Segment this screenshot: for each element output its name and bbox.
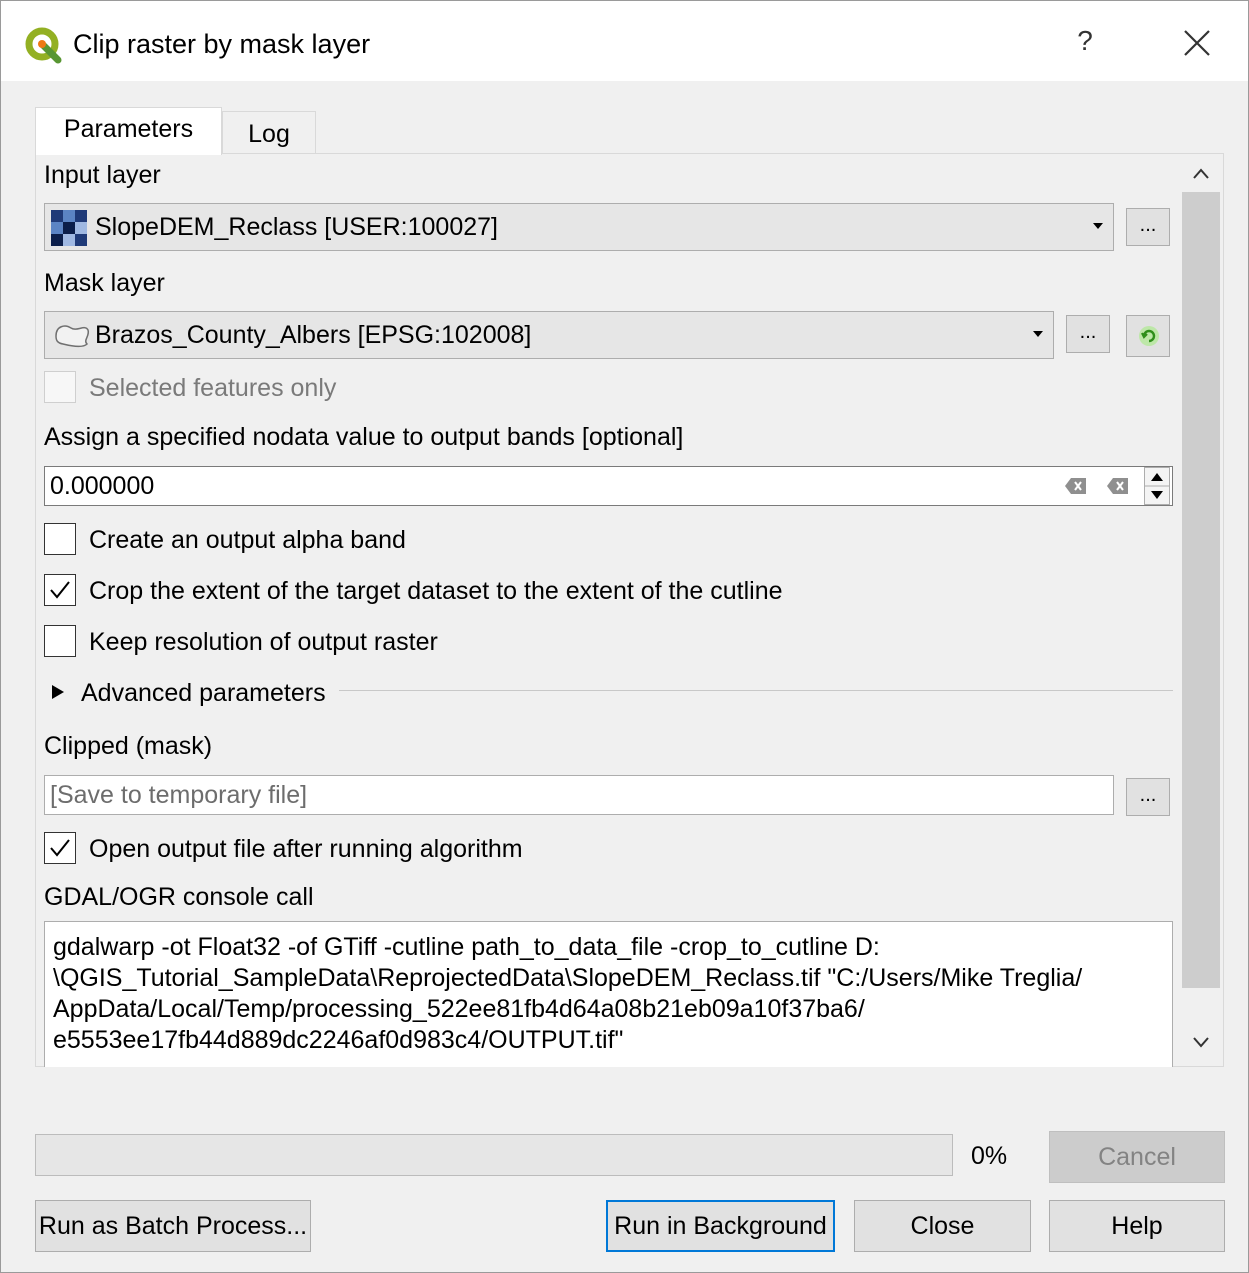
- tab-log[interactable]: Log: [222, 111, 316, 155]
- run-as-batch-button[interactable]: Run as Batch Process...: [35, 1200, 311, 1252]
- scrollbar-thumb[interactable]: [1182, 192, 1220, 988]
- progress-bar: [35, 1134, 953, 1176]
- console-call-label: GDAL/OGR console call: [44, 883, 314, 911]
- alpha-band-label: Create an output alpha band: [89, 526, 406, 554]
- qgis-logo-icon: [25, 27, 62, 64]
- polygon-layer-icon: [55, 325, 90, 348]
- spin-arrows-icon[interactable]: [1144, 467, 1170, 505]
- chevron-down-icon: [1033, 331, 1043, 337]
- dialog-window: Clip raster by mask layer ? Parameters L…: [0, 0, 1249, 1273]
- open-output-checkbox[interactable]: [44, 832, 76, 864]
- tab-parameters[interactable]: Parameters: [35, 107, 222, 155]
- parameters-scrollbar[interactable]: [1181, 156, 1221, 1064]
- close-icon[interactable]: [1181, 27, 1213, 59]
- checkmark-icon: [50, 839, 70, 857]
- open-output-label: Open output file after running algorithm: [89, 835, 523, 863]
- input-layer-browse-button[interactable]: ...: [1126, 208, 1170, 246]
- nodata-value: 0.000000: [50, 472, 155, 500]
- iterate-over-features-button[interactable]: [1126, 315, 1170, 357]
- checkmark-icon: [50, 581, 70, 599]
- refresh-icon: [1139, 326, 1159, 346]
- context-help-button[interactable]: ?: [1073, 25, 1097, 57]
- keep-resolution-label: Keep resolution of output raster: [89, 628, 438, 656]
- chevron-down-icon[interactable]: [1181, 1024, 1221, 1060]
- nodata-label: Assign a specified nodata value to outpu…: [44, 423, 684, 451]
- output-file-input[interactable]: [Save to temporary file]: [44, 775, 1114, 815]
- mask-layer-combo[interactable]: Brazos_County_Albers [EPSG:102008]: [44, 311, 1054, 359]
- cancel-button[interactable]: Cancel: [1049, 1131, 1225, 1183]
- close-button[interactable]: Close: [854, 1200, 1031, 1252]
- advanced-parameters-toggle[interactable]: Advanced parameters: [81, 679, 326, 708]
- mask-layer-label: Mask layer: [44, 269, 165, 297]
- clear-icon[interactable]: [1065, 477, 1087, 495]
- nodata-spinbox[interactable]: 0.000000: [44, 466, 1173, 506]
- output-file-placeholder: [Save to temporary file]: [50, 781, 308, 809]
- progress-percent: 0%: [971, 1142, 1008, 1170]
- alpha-band-checkbox[interactable]: [44, 523, 76, 555]
- mask-layer-value: Brazos_County_Albers [EPSG:102008]: [95, 321, 532, 349]
- clear-icon[interactable]: [1107, 477, 1129, 495]
- selected-features-only-checkbox[interactable]: [44, 371, 76, 403]
- crop-to-cutline-checkbox[interactable]: [44, 574, 76, 606]
- help-button[interactable]: Help: [1049, 1200, 1225, 1252]
- mask-layer-browse-button[interactable]: ...: [1066, 315, 1110, 353]
- input-layer-value: SlopeDEM_Reclass [USER:100027]: [95, 213, 498, 241]
- input-layer-combo[interactable]: SlopeDEM_Reclass [USER:100027]: [44, 203, 1114, 251]
- console-call-text[interactable]: gdalwarp -ot Float32 -of GTiff -cutline …: [44, 921, 1173, 1067]
- advanced-divider: [339, 690, 1173, 691]
- keep-resolution-checkbox[interactable]: [44, 625, 76, 657]
- chevron-down-icon: [1093, 223, 1103, 229]
- selected-features-only-label: Selected features only: [89, 374, 337, 402]
- expand-triangle-icon[interactable]: [51, 684, 65, 700]
- window-title: Clip raster by mask layer: [73, 29, 371, 59]
- title-bar: Clip raster by mask layer ?: [1, 1, 1248, 81]
- input-layer-label: Input layer: [44, 161, 161, 189]
- output-browse-button[interactable]: ...: [1126, 778, 1170, 816]
- crop-to-cutline-label: Crop the extent of the target dataset to…: [89, 577, 783, 605]
- chevron-up-icon[interactable]: [1181, 156, 1221, 192]
- clipped-output-label: Clipped (mask): [44, 732, 213, 760]
- run-in-background-button[interactable]: Run in Background: [606, 1200, 835, 1252]
- raster-layer-icon: [51, 210, 87, 246]
